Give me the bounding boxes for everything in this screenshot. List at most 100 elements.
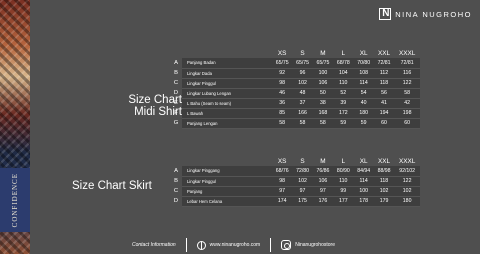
table-cell: 60 [394, 118, 420, 129]
table-cell: 175 [292, 196, 313, 207]
table-cell: 80/90 [333, 166, 354, 177]
table-cell: 168 [312, 108, 334, 119]
table-cell: 40 [353, 98, 374, 109]
table-cell: 122 [394, 78, 420, 89]
table-cell: 122 [394, 176, 420, 187]
table-cell: 58 [312, 118, 334, 129]
skirt-size-header: XXXL [398, 157, 416, 165]
table-cell: 97 [312, 186, 334, 197]
table-cell: 174 [272, 196, 293, 207]
website-text: www.ninanugroho.com [209, 242, 261, 248]
shirt-header-row: XS S M L XL XXL XXXL [170, 48, 420, 58]
row-label: Lingkar Lubang Lengan [182, 88, 272, 99]
table-cell: 60 [373, 118, 395, 129]
table-cell: 72/80 [292, 166, 313, 177]
table-row: G Panjang Lengan 58 58 58 59 59 60 60 [170, 118, 420, 129]
row-label: Lingkar Pinggang [182, 166, 272, 177]
table-cell: 58 [394, 88, 420, 99]
brand-header[interactable]: NINA NUGROHO [379, 8, 472, 20]
row-letter: D [173, 90, 179, 96]
instagram-text: Ninanugrohostore [295, 242, 335, 248]
table-cell: 98 [272, 78, 293, 89]
shirt-size-table: XS S M L XL XXL XXXL A Panjang Badan 65/75 65/75 65… [170, 48, 420, 129]
website-link[interactable]: www.ninanugroho.com [196, 240, 261, 250]
side-band: CONFIDENCE [0, 168, 30, 232]
instagram-icon [281, 240, 292, 250]
row-label: Panjang Badan [182, 58, 272, 69]
table-cell: 176 [312, 196, 334, 207]
table-cell: 38 [312, 98, 334, 109]
table-cell: 72/81 [373, 58, 395, 69]
table-cell: 108 [353, 68, 374, 79]
table-cell: 104 [333, 68, 354, 79]
row-label: Lingkar Pinggul [182, 78, 272, 89]
table-cell: 68/76 [272, 166, 293, 177]
table-cell: 72/81 [394, 58, 420, 69]
table-cell: 198 [394, 108, 420, 119]
row-label: Panjang Lengan [182, 118, 272, 129]
table-cell: 68/78 [333, 58, 354, 69]
shirt-size-header: L [341, 49, 346, 57]
skirt-title: Size Chart Skirt [72, 180, 152, 192]
table-cell: 85 [272, 108, 293, 119]
row-label: Panjang [182, 186, 272, 197]
table-cell: 36 [272, 98, 293, 109]
shirt-size-header: M [320, 49, 326, 57]
table-cell: 102 [292, 78, 313, 89]
table-cell: 102 [292, 176, 313, 187]
batik-side-panel: CONFIDENCE [0, 0, 30, 254]
table-cell: 70/80 [353, 58, 374, 69]
skirt-size-header: XS [277, 157, 287, 165]
row-letter: C [173, 80, 179, 86]
row-letter: C [173, 188, 179, 194]
brand-logo-icon [379, 8, 392, 20]
table-cell: 96 [292, 68, 313, 79]
row-label: L Bahu (Seam to seam) [182, 98, 272, 109]
row-label: Lingkar Dada [182, 68, 272, 79]
table-row: C Panjang 97 97 97 99 100 102 102 [170, 186, 420, 197]
skirt-size-header: XXL [378, 157, 391, 165]
shirt-size-header: XL [359, 49, 368, 57]
table-cell: 46 [272, 88, 293, 99]
table-cell: 114 [353, 78, 374, 89]
table-cell: 84/94 [353, 166, 374, 177]
table-cell: 180 [394, 196, 420, 207]
footer: Contact Information www.ninanugroho.com … [132, 238, 335, 252]
table-cell: 39 [333, 98, 354, 109]
table-cell: 59 [353, 118, 374, 129]
row-label: L Bawah [182, 108, 272, 119]
table-cell: 59 [333, 118, 354, 129]
skirt-size-table: XS S M L XL XXL XXXL A Lingkar Pinggang 68/76 72/8… [170, 156, 420, 207]
row-letter: F [174, 110, 178, 116]
row-letter: A [174, 168, 178, 174]
table-row: D Lingkar Lubang Lengan 46 48 50 52 54 56 58 [170, 88, 420, 99]
table-cell: 100 [312, 68, 334, 79]
table-cell: 172 [333, 108, 354, 119]
row-letter: A [174, 60, 178, 66]
table-cell: 65/75 [312, 58, 334, 69]
instagram-link[interactable]: Ninanugrohostore [281, 240, 335, 250]
globe-icon [196, 240, 206, 250]
table-row: F L Bawah 85 166 168 172 180 194 198 [170, 108, 420, 119]
table-cell: 194 [373, 108, 395, 119]
table-cell: 97 [272, 186, 293, 197]
shirt-size-header: S [300, 49, 305, 57]
row-letter: D [173, 198, 179, 204]
table-cell: 42 [394, 98, 420, 109]
shirt-size-header: XXXL [398, 49, 416, 57]
table-cell: 102 [394, 186, 420, 197]
row-letter: B [174, 70, 178, 76]
contact-label: Contact Information [132, 242, 176, 248]
table-cell: 92/102 [394, 166, 420, 177]
brand-name: NINA NUGROHO [395, 9, 472, 19]
side-text: CONFIDENCE [11, 172, 19, 228]
table-cell: 106 [312, 176, 334, 187]
table-row: B Lingkar Dada 92 96 100 104 108 112 116 [170, 68, 420, 79]
table-cell: 110 [333, 78, 354, 89]
row-letter: G [173, 120, 179, 126]
table-cell: 110 [333, 176, 354, 187]
table-row: A Panjang Badan 65/75 65/75 65/75 68/78 70/80 7… [170, 58, 420, 69]
table-cell: 179 [373, 196, 395, 207]
table-cell: 118 [373, 78, 395, 89]
skirt-size-header: L [341, 157, 346, 165]
